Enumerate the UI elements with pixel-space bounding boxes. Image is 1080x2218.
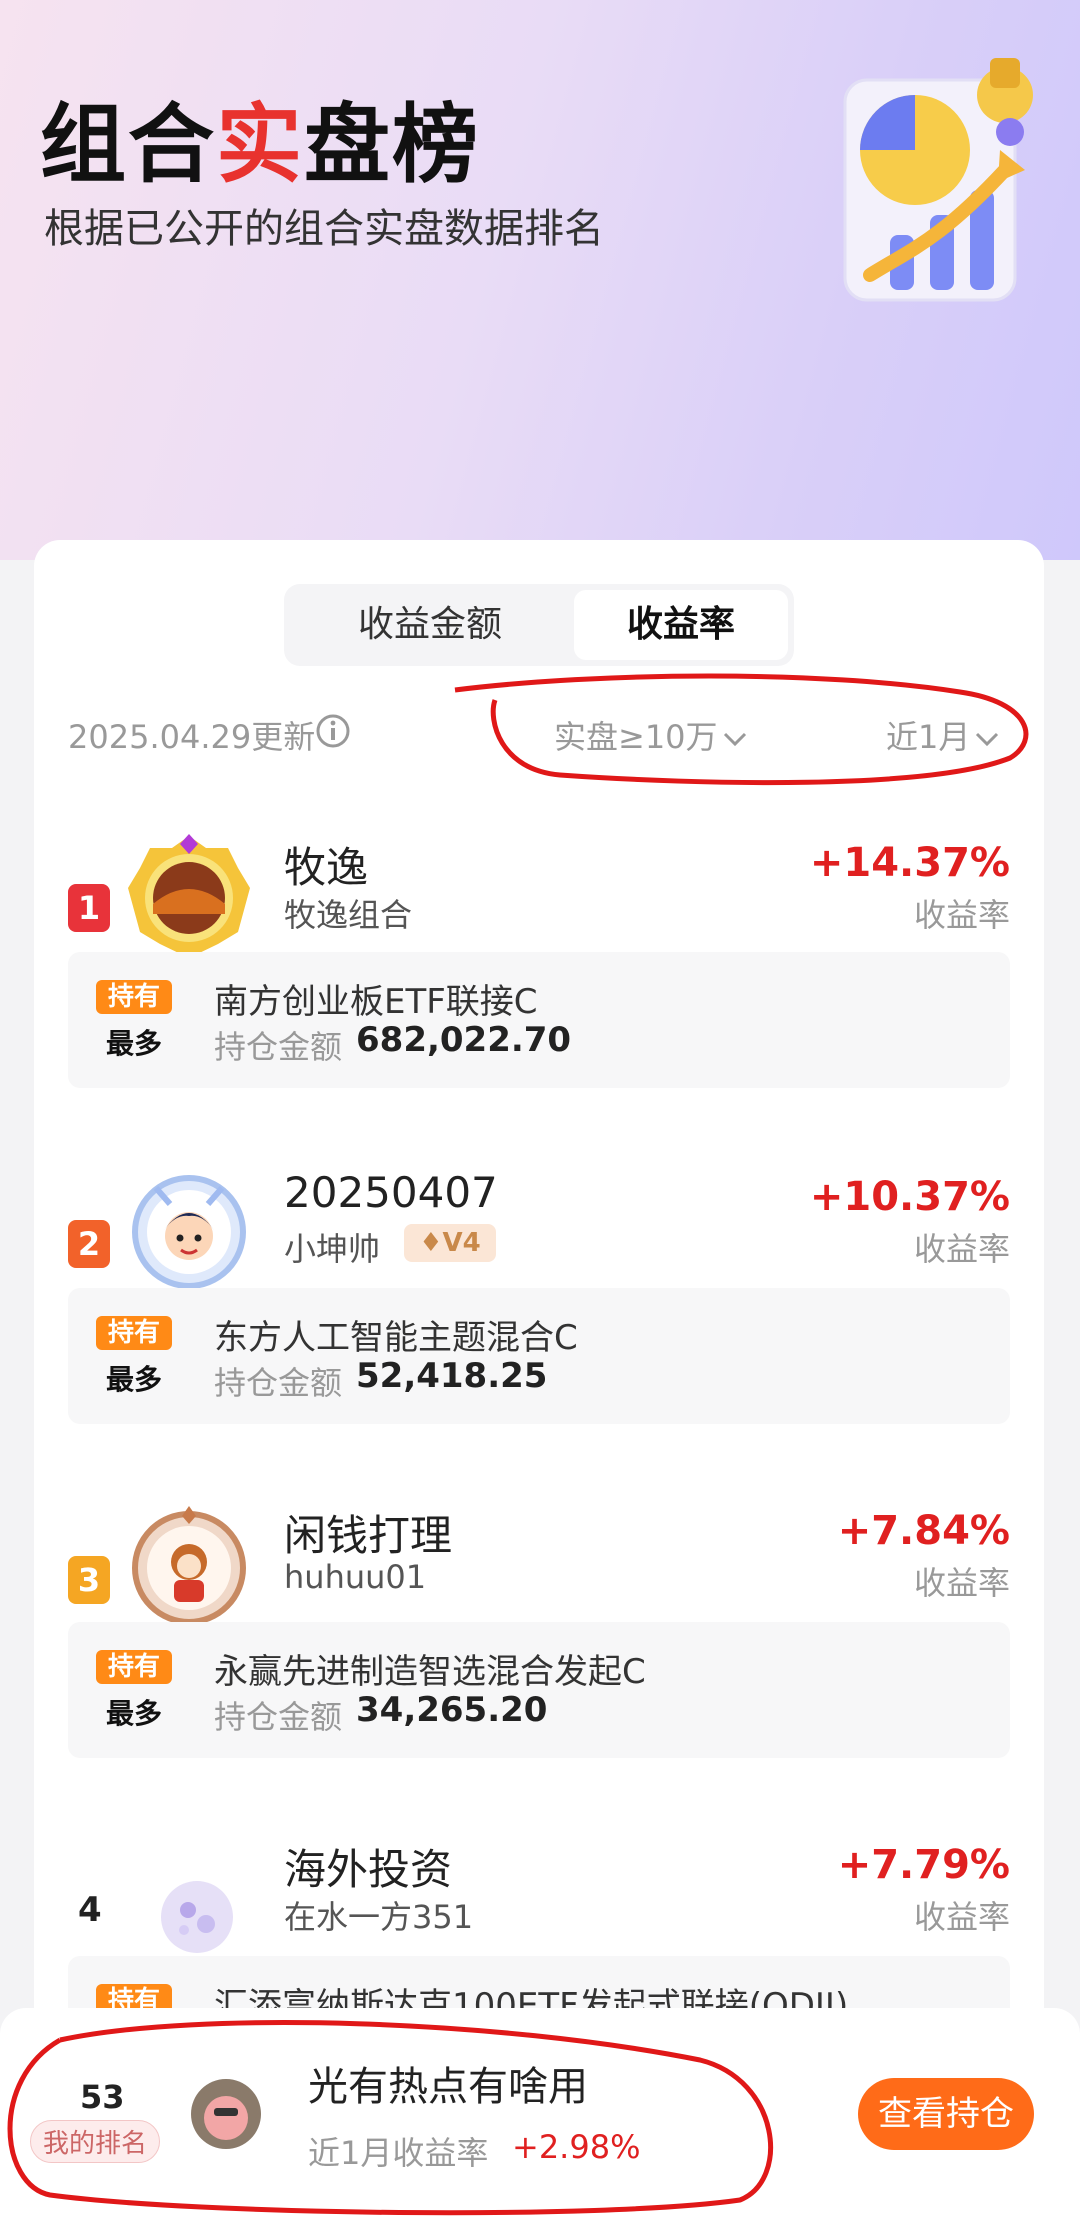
view-holdings-button[interactable]: 查看持仓 — [858, 2078, 1034, 2150]
fund-name: 南方创业板ETF联接C — [214, 982, 538, 1022]
portfolio-name: 海外投资 — [284, 1845, 453, 1894]
amount-filter-dropdown[interactable]: 实盘≥10万 — [554, 712, 748, 758]
tab-return-rate[interactable]: 收益率 — [574, 590, 788, 660]
my-rank-number: 53 — [80, 2078, 125, 2116]
rank-badge: 3 — [68, 1556, 110, 1604]
holding-amount: 34,265.20 — [356, 1690, 548, 1730]
my-rank-label: 我的排名 — [30, 2120, 161, 2163]
avatar — [132, 1506, 246, 1625]
hold-most-tag: 持有 — [96, 980, 172, 1014]
my-portfolio-name: 光有热点有啥用 — [308, 2064, 588, 2110]
metric-tabs: 收益金额 收益率 — [284, 584, 794, 666]
return-rate-label: 收益率 — [913, 1898, 1010, 1936]
amount-label: 持仓金额 — [214, 1698, 343, 1736]
portfolio-name: 牧逸 — [284, 843, 369, 892]
owner-name: 在水一方351 — [284, 1898, 474, 1936]
return-rate-label: 收益率 — [913, 1564, 1010, 1602]
avatar — [132, 1175, 246, 1289]
owner-name: 小坤帅 — [284, 1230, 381, 1268]
amount-label: 持仓金额 — [214, 1364, 343, 1402]
period-filter-label: 近1月 — [886, 718, 971, 756]
update-date: 2025.04.29更新 — [68, 718, 316, 756]
chevron-down-icon — [723, 732, 746, 747]
period-filter-dropdown[interactable]: 近1月 — [886, 712, 1000, 758]
hold-most-tag-sub: 最多 — [105, 1027, 162, 1060]
return-rate: +10.37% — [809, 1174, 1010, 1220]
hold-most-tag-sub: 最多 — [105, 1697, 162, 1730]
vip-badge: ♦V4 — [404, 1224, 496, 1262]
tab-profit-amount[interactable]: 收益金额 — [290, 590, 570, 660]
holding-amount: 682,022.70 — [356, 1020, 572, 1060]
owner-name: huhuu01 — [284, 1558, 427, 1596]
portfolio-name: 闲钱打理 — [284, 1511, 453, 1560]
my-return-rate: +2.98% — [512, 2128, 641, 2166]
vip-level: V4 — [442, 1228, 481, 1258]
rank-badge: 1 — [68, 884, 110, 932]
hold-most-tag: 持有 — [96, 1650, 172, 1684]
fund-name: 永赢先进制造智选混合发起C — [214, 1652, 646, 1692]
return-rate: +14.37% — [809, 840, 1010, 886]
hold-most-tag-sub: 最多 — [105, 1363, 162, 1396]
top-holding[interactable]: 持有 最多 东方人工智能主题混合C 持仓金额 52,418.25 — [68, 1288, 1010, 1424]
ranking-card: 收益金额 收益率 2025.04.29更新 实盘≥10万 近1月 1 牧逸 牧逸… — [34, 540, 1044, 2092]
return-rate: +7.84% — [837, 1508, 1010, 1554]
page-title: 组合实盘榜 — [40, 95, 480, 195]
avatar — [161, 1881, 233, 1953]
rank-number: 4 — [78, 1890, 102, 1930]
return-rate-label: 收益率 — [913, 896, 1010, 934]
amount-label: 持仓金额 — [214, 1028, 343, 1066]
holding-amount: 52,418.25 — [356, 1356, 548, 1396]
trophy-chart-illustration — [843, 58, 1033, 302]
return-rate: +7.79% — [837, 1842, 1010, 1888]
hero-banner: 组合实盘榜 根据已公开的组合实盘数据排名 — [0, 0, 1080, 560]
chevron-down-icon — [976, 732, 999, 747]
avatar[interactable] — [190, 2078, 262, 2150]
top-holding[interactable]: 持有 最多 南方创业板ETF联接C 持仓金额 682,022.70 — [68, 952, 1010, 1088]
fund-name: 东方人工智能主题混合C — [214, 1318, 578, 1358]
rank-badge: 2 — [68, 1220, 110, 1268]
portfolio-name: 20250407 — [284, 1168, 498, 1217]
return-rate-label: 收益率 — [913, 1230, 1010, 1268]
owner-name: 牧逸组合 — [284, 896, 413, 934]
hold-most-tag: 持有 — [96, 1316, 172, 1350]
amount-filter-label: 实盘≥10万 — [554, 718, 718, 756]
page-subtitle: 根据已公开的组合实盘数据排名 — [44, 206, 604, 252]
my-rank-bar: 53 我的排名 光有热点有啥用 近1月收益率 +2.98% 查看持仓 — [0, 2008, 1080, 2218]
avatar — [128, 834, 250, 958]
my-return-label: 近1月收益率 — [308, 2134, 489, 2172]
diamond-icon: ♦ — [419, 1228, 443, 1258]
info-icon[interactable] — [316, 714, 350, 748]
top-holding[interactable]: 持有 最多 永赢先进制造智选混合发起C 持仓金额 34,265.20 — [68, 1622, 1010, 1758]
